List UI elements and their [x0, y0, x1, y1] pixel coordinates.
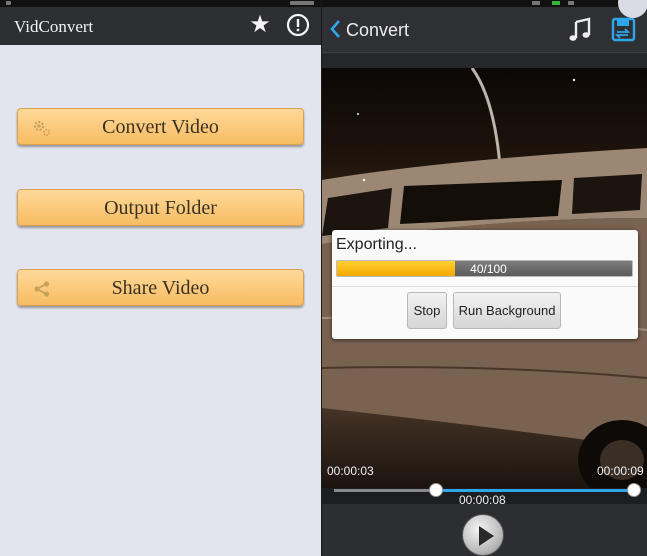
status-icon [568, 1, 574, 5]
trim-end-handle[interactable] [627, 483, 641, 497]
share-video-button[interactable]: Share Video [17, 269, 304, 306]
status-icon [532, 1, 540, 5]
progress-text: 40/100 [470, 262, 507, 276]
dialog-divider [332, 286, 638, 287]
status-icon [290, 1, 314, 5]
play-button[interactable] [462, 514, 504, 556]
export-progress-bar: 40/100 [336, 260, 633, 277]
music-note-icon[interactable] [567, 17, 593, 43]
trim-start-time: 00:00:03 [327, 464, 374, 478]
trim-selection [436, 489, 634, 492]
dialog-title: Exporting... [336, 236, 417, 253]
back-chevron-icon[interactable] [328, 18, 342, 40]
app-bar: VidConvert ★ [0, 7, 321, 45]
save-icon[interactable] [611, 17, 636, 42]
run-background-button[interactable]: Run Background [453, 292, 561, 329]
trim-end-time: 00:00:09 [597, 464, 644, 478]
signal-icon [552, 1, 560, 5]
trim-start-handle[interactable] [429, 483, 443, 497]
convert-screen: Convert 00:00:03 00:00:09 00:00:08 Expor… [322, 0, 647, 556]
export-dialog: Exporting... 40/100 Stop Run Background [332, 230, 638, 339]
header-divider [322, 54, 647, 68]
convert-video-label: Convert Video [102, 116, 219, 138]
top-bar: Convert [322, 7, 647, 53]
status-icon [6, 1, 11, 5]
screen-title: Convert [346, 20, 410, 40]
star-icon[interactable]: ★ [247, 12, 273, 38]
main-menu-screen: VidConvert ★ Convert Video Output Folder… [0, 0, 321, 556]
stop-button[interactable]: Stop [407, 292, 447, 329]
output-folder-button[interactable]: Output Folder [17, 189, 304, 226]
play-icon [479, 526, 494, 546]
share-video-label: Share Video [111, 277, 210, 299]
info-icon[interactable] [286, 13, 310, 37]
status-bar [0, 0, 321, 7]
status-bar [322, 0, 647, 7]
output-folder-label: Output Folder [104, 197, 217, 219]
convert-video-button[interactable]: Convert Video [17, 108, 304, 145]
app-title: VidConvert [14, 17, 94, 36]
